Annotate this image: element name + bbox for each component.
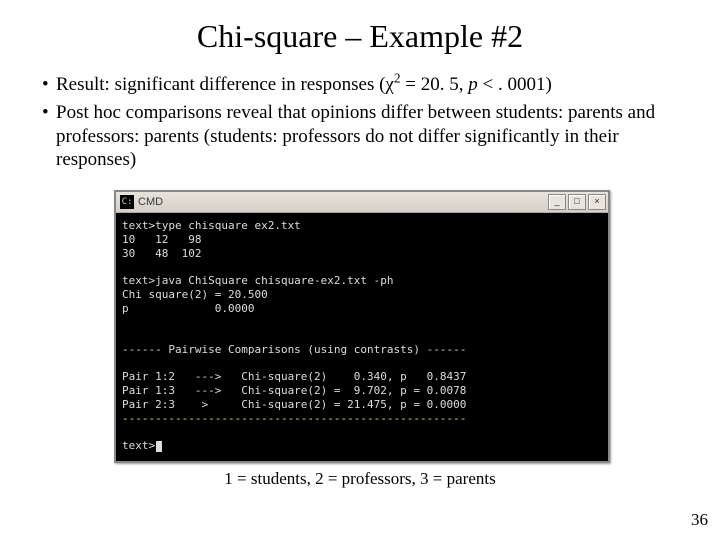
bullet-1-mid: = 20. 5,: [401, 74, 469, 95]
term-line-2: 30 48 102: [122, 247, 201, 260]
bullet-2: Post hoc comparisons reveal that opinion…: [42, 101, 692, 172]
cursor-icon: [156, 441, 162, 452]
bullet-1-pre: Result: significant difference in respon…: [56, 74, 385, 95]
term-dashes: ----------------------------------------…: [122, 412, 466, 425]
term-line-11: Pair 1:2 ---> Chi-square(2) 0.340, p 0.8…: [122, 370, 466, 383]
cmd-icon: C:: [120, 195, 134, 209]
maximize-button[interactable]: □: [568, 194, 586, 210]
terminal-body: text>type chisquare ex2.txt 10 12 98 30 …: [116, 213, 608, 461]
term-line-6: p 0.0000: [122, 302, 254, 315]
terminal-window: C: CMD _ □ × text>type chisquare ex2.txt…: [114, 190, 610, 463]
term-line-0: text>type chisquare ex2.txt: [122, 219, 301, 232]
page-title: Chi-square – Example #2: [28, 18, 692, 55]
p-symbol: p: [468, 74, 478, 95]
close-button[interactable]: ×: [588, 194, 606, 210]
term-line-13: Pair 2:3 > Chi-square(2) = 21.475, p = 0…: [122, 398, 466, 411]
terminal-titlebar: C: CMD _ □ ×: [116, 192, 608, 213]
term-line-1: 10 12 98: [122, 233, 201, 246]
chi-superscript: 2: [394, 71, 401, 86]
term-line-12: Pair 1:3 ---> Chi-square(2) = 9.702, p =…: [122, 384, 466, 397]
term-prompt: text>: [122, 439, 155, 452]
bullet-list: Result: significant difference in respon…: [28, 73, 692, 172]
term-line-4: text>java ChiSquare chisquare-ex2.txt -p…: [122, 274, 394, 287]
terminal-caption: 1 = students, 2 = professors, 3 = parent…: [114, 469, 606, 489]
bullet-1: Result: significant difference in respon…: [42, 73, 692, 97]
minimize-button[interactable]: _: [548, 194, 566, 210]
chi-symbol: χ: [385, 74, 393, 95]
term-line-9: ------ Pairwise Comparisons (using contr…: [122, 343, 466, 356]
bullet-1-post: < . 0001): [478, 74, 552, 95]
term-line-5: Chi square(2) = 20.500: [122, 288, 268, 301]
page-number: 36: [691, 510, 708, 530]
terminal-title: CMD: [138, 196, 548, 208]
